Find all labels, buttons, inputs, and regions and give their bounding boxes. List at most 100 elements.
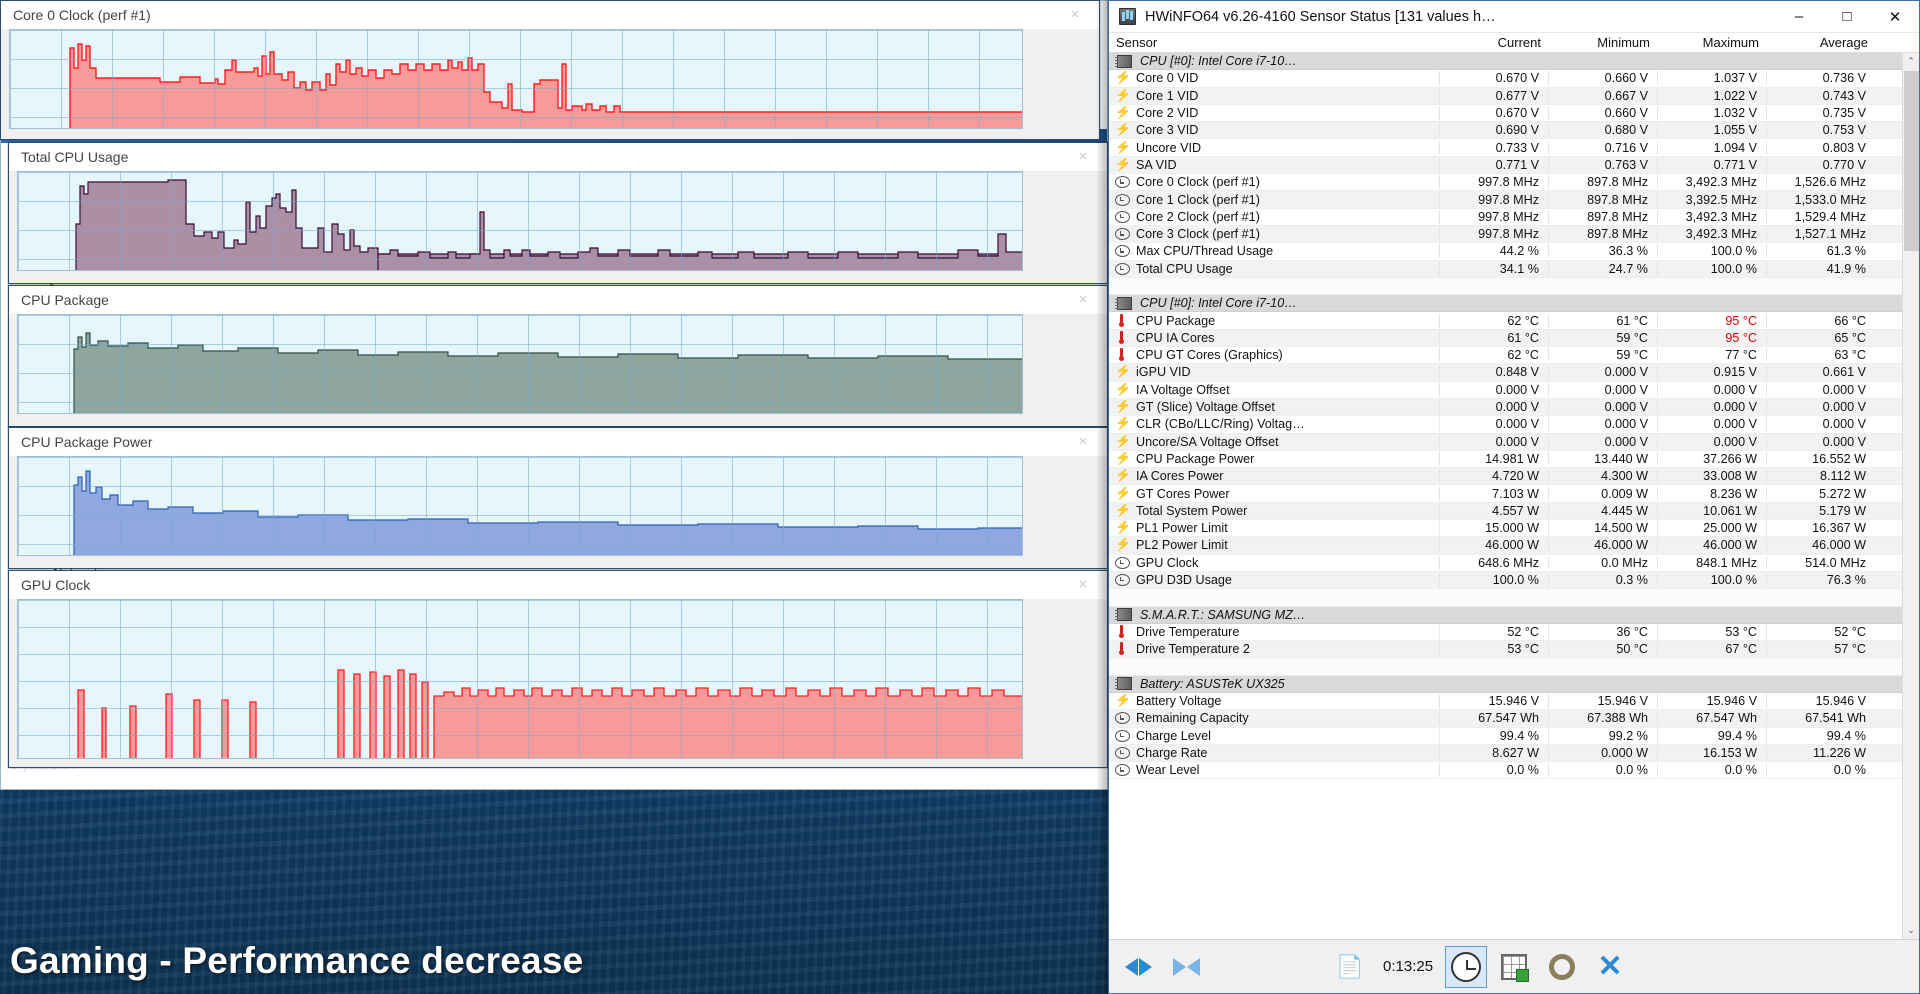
hwinfo-title-bar[interactable]: HWiNFO64 v6.26-4160 Sensor Status [131 v… [1109, 1, 1919, 33]
scrollbar-thumb[interactable] [1903, 71, 1919, 251]
table-row[interactable]: Charge Level 99.4 % 99.2 % 99.4 % 99.4 % [1109, 728, 1902, 745]
minimum-value-cell: 897.8 MHz [1548, 192, 1657, 207]
sensor-name-cell: IA Cores Power [1109, 469, 1439, 483]
maximum-value-cell: 10.061 W [1657, 503, 1766, 518]
collapse-icon[interactable] [1165, 946, 1207, 988]
sensor-group-row[interactable]: CPU [#0]: Intel Core i7-10… [1109, 295, 1902, 313]
table-row[interactable]: CPU Package 62 °C 61 °C 95 °C 66 °C [1109, 312, 1902, 330]
table-row[interactable]: Core 3 Clock (perf #1) 997.8 MHz 897.8 MHz… [1109, 225, 1902, 244]
current-value-cell: 67.547 Wh [1439, 711, 1548, 726]
table-icon[interactable] [1493, 946, 1535, 988]
sensor-name-cell: Total CPU Usage [1109, 262, 1439, 276]
table-row[interactable]: Wear Level 0.0 % 0.0 % 0.0 % 0.0 % [1109, 762, 1902, 780]
maximum-value-cell: 1.022 V [1657, 88, 1766, 103]
table-row[interactable]: Uncore/SA Voltage Offset0.000 V0.000 V0.… [1109, 433, 1902, 451]
table-row[interactable]: SA VID0.771 V0.763 V0.771 V0.770 V [1109, 156, 1902, 175]
table-row[interactable]: Uncore VID 0.733 V0.716 V1.094 V0.803 V [1109, 139, 1902, 157]
minimum-value-cell: 0.000 W [1548, 746, 1657, 761]
table-row[interactable]: Drive Temperature 52 °C 36 °C 53 °C 52 °C [1109, 624, 1902, 642]
plot-grid [18, 172, 1022, 270]
vertical-scrollbar[interactable]: ⌃ ⌄ [1902, 53, 1919, 939]
table-row[interactable]: IA Cores Power 4.720 W4.300 W33.008 W8.11… [1109, 468, 1902, 486]
table-row[interactable]: Core 0 Clock (perf #1) 997.8 MHz 897.8 MHz… [1109, 174, 1902, 192]
column-header-average[interactable]: Average [1766, 35, 1875, 50]
minimize-icon[interactable]: – [1775, 1, 1823, 33]
table-row[interactable]: GPU D3D Usage 100.0 % 0.3 % 100.0 % 76.3 % [1109, 571, 1902, 590]
table-row[interactable]: Remaining Capacity 67.547 Wh 67.388 Wh 67.5… [1109, 710, 1902, 728]
maximum-value-cell: 0.000 V [1657, 417, 1766, 432]
table-row[interactable]: Core 3 VID 0.690 V0.680 V1.055 V0.753 V [1109, 122, 1902, 140]
clock-icon[interactable] [1445, 945, 1488, 988]
table-row[interactable]: GPU Clock 648.6 MHz 0.0 MHz 848.1 MHz 514.0 … [1109, 555, 1902, 572]
maximum-value-cell: 3,492.3 MHz [1657, 227, 1766, 242]
current-value-cell: 7.103 W [1439, 486, 1548, 501]
close-icon[interactable]: ✕ [1871, 1, 1919, 33]
table-row[interactable]: Total CPU Usage 34.1 % 24.7 % 100.0 % 41.9 % [1109, 260, 1902, 278]
sensor-group-row[interactable]: Battery: ASUSTeK UX325 [1109, 675, 1902, 693]
hwinfo-sensor-status-window[interactable]: HWiNFO64 v6.26-4160 Sensor Status [131 v… [1108, 0, 1920, 994]
average-value-cell: 5.272 W [1766, 486, 1875, 501]
table-row[interactable]: CPU GT Cores (Graphics) 62 °C 59 °C 77 °C 63… [1109, 347, 1902, 365]
minimum-value-cell: 61 °C [1548, 313, 1657, 328]
table-row[interactable]: Battery Voltage15.946 V15.946 V15.946 V1… [1109, 693, 1902, 711]
scroll-up-icon[interactable]: ⌃ [1903, 53, 1920, 70]
video-caption: Gaming - Performance decrease [10, 940, 584, 981]
table-row[interactable]: GT Cores Power 7.103 W0.009 W8.236 W5.272… [1109, 485, 1902, 503]
graph-window-total-cpu-usage[interactable]: Total CPU Usage × 34.1 % Fit y Reset [8, 142, 1108, 284]
window-controls[interactable]: – □ ✕ [1775, 1, 1919, 33]
table-row[interactable]: GT (Slice) Voltage Offset0.000 V0.000 V0… [1109, 398, 1902, 417]
sensor-group-row[interactable]: CPU [#0]: Intel Core i7-10… [1109, 53, 1902, 71]
table-row[interactable]: CPU IA Cores 61 °C 59 °C 95 °C 65 °C [1109, 329, 1902, 348]
table-row[interactable]: IA Voltage Offset0.000 V0.000 V0.000 V0.… [1109, 382, 1902, 399]
maximize-icon[interactable]: □ [1823, 1, 1871, 33]
minimum-value-cell: 0.763 V [1548, 157, 1657, 172]
bolt-icon [1115, 123, 1131, 137]
back-forward-icon[interactable] [1117, 946, 1159, 988]
table-row[interactable]: Drive Temperature 2 53 °C 50 °C 67 °C 57 °C [1109, 641, 1902, 659]
table-row[interactable]: PL1 Power Limit 15.000 W14.500 W25.000 W1… [1109, 520, 1902, 538]
sensor-list[interactable]: CPU [#0]: Intel Core i7-10… Core 0 VID 0.6… [1109, 53, 1902, 939]
table-row[interactable]: Core 1 VID 0.677 V0.667 V1.022 V0.743 V [1109, 87, 1902, 105]
column-header-minimum[interactable]: Minimum [1548, 35, 1657, 50]
column-header-sensor[interactable]: Sensor [1109, 35, 1439, 50]
graph-window-cpu-package[interactable]: CPU Package × 100 62 °C Fit y Reset 0 [8, 285, 1108, 427]
table-row[interactable]: PL2 Power Limit46.000 W46.000 W46.000 W4… [1109, 537, 1902, 555]
graph-window-core0-clock[interactable]: Core 0 Clock (perf #1) × 997.8 MHz Fit y… [0, 0, 1100, 140]
close-icon[interactable]: × [1053, 3, 1097, 27]
settings-icon[interactable] [1541, 946, 1583, 988]
graph-window-title: CPU Package × [9, 286, 1107, 314]
sensor-name-cell: Core 3 VID [1109, 123, 1439, 137]
column-header-current[interactable]: Current [1439, 35, 1548, 50]
sensor-label: Total CPU Usage [1136, 261, 1233, 276]
table-row[interactable]: Core 2 VID 0.670 V0.660 V1.032 V0.735 V [1109, 105, 1902, 123]
graph-window-gpu-clock[interactable]: GPU Clock × 1500.0 648.6 MHz Fit y Reset [8, 570, 1108, 768]
sensor-label: CLR (CBo/LLC/Ring) Voltag… [1136, 417, 1305, 432]
scroll-down-icon[interactable]: ⌄ [1903, 922, 1920, 939]
sensor-label: GT Cores Power [1136, 486, 1230, 501]
snapshot-icon[interactable]: 📄 [1329, 946, 1371, 988]
table-row[interactable]: CLR (CBo/LLC/Ring) Voltag…0.000 V0.000 V… [1109, 416, 1902, 434]
table-row[interactable]: Core 2 Clock (perf #1) 997.8 MHz 897.8 MHz… [1109, 209, 1902, 226]
current-value-cell: 62 °C [1439, 348, 1548, 363]
clock-icon [1115, 574, 1130, 587]
average-value-cell: 67.541 Wh [1766, 711, 1875, 726]
table-row[interactable]: CPU Package Power 14.981 W13.440 W37.266 … [1109, 451, 1902, 469]
table-row[interactable]: iGPU VID 0.848 V0.000 V0.915 V0.661 V [1109, 364, 1902, 382]
average-value-cell: 41.9 % [1766, 261, 1875, 276]
table-row[interactable]: Max CPU/Thread Usage 44.2 % 36.3 % 100.0 % 6… [1109, 243, 1902, 261]
close-icon[interactable]: ✕ [1589, 946, 1631, 988]
hwinfo-bottom-toolbar[interactable]: 📄 0:13:25 ✕ [1109, 939, 1919, 993]
minimum-value-cell: 24.7 % [1548, 261, 1657, 276]
sensor-group-row[interactable]: S.M.A.R.T.: SAMSUNG MZ… [1109, 606, 1902, 624]
table-row[interactable]: Core 0 VID 0.670 V0.660 V1.037 V0.736 V [1109, 70, 1902, 88]
column-header-maximum[interactable]: Maximum [1657, 35, 1766, 50]
clock-icon [1115, 245, 1130, 258]
graph-window-cpu-package-power[interactable]: CPU Package Power × 50.000 14.981 W Fit … [8, 427, 1108, 569]
minimum-value-cell: 0.000 V [1548, 434, 1657, 449]
current-value-cell: 0.733 V [1439, 140, 1548, 155]
sensor-label: GPU Clock [1136, 555, 1199, 570]
table-row[interactable]: Charge Rate 8.627 W 0.000 W 16.153 W 11.226 … [1109, 744, 1902, 763]
sensor-spacer-row [1109, 277, 1902, 296]
table-row[interactable]: Core 1 Clock (perf #1) 997.8 MHz 897.8 MHz… [1109, 191, 1902, 209]
table-row[interactable]: Total System Power 4.557 W4.445 W10.061 W… [1109, 502, 1902, 521]
